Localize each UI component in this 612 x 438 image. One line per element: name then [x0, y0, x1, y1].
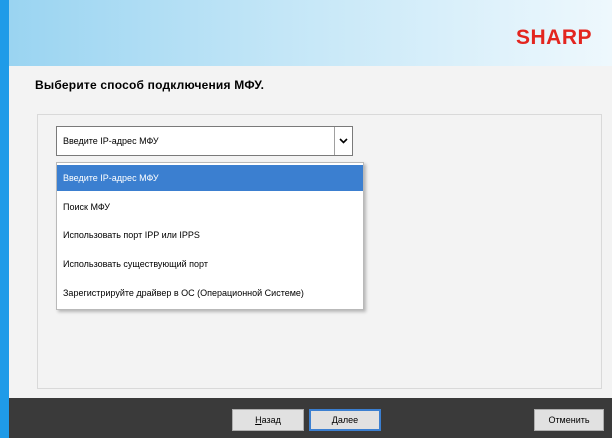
- option-ipp-port[interactable]: Использовать порт IPP или IPPS: [57, 222, 363, 248]
- window-left-edge: [0, 0, 9, 438]
- back-button[interactable]: Назад: [232, 409, 304, 431]
- chevron-down-icon[interactable]: [334, 127, 352, 155]
- connection-method-select[interactable]: Введите IP-адрес МФУ: [56, 126, 353, 156]
- next-label: алее: [337, 415, 359, 425]
- option-existing-port[interactable]: Использовать существующий порт: [57, 251, 363, 277]
- select-value: Введите IP-адрес МФУ: [63, 136, 159, 146]
- cancel-button[interactable]: Отменить: [534, 409, 604, 431]
- header-banner: SHARP: [9, 0, 612, 66]
- page-title: Выберите способ подключения МФУ.: [35, 78, 265, 92]
- option-register-driver[interactable]: Зарегистрируйте драйвер в ОС (Операционн…: [57, 280, 363, 306]
- back-label: азад: [261, 415, 281, 425]
- sharp-logo: SHARP: [515, 26, 592, 49]
- option-enter-ip[interactable]: Введите IP-адрес МФУ: [57, 165, 363, 191]
- installer-window: SHARP Выберите способ подключения МФУ. В…: [9, 0, 612, 438]
- connection-method-dropdown: Введите IP-адрес МФУ Поиск МФУ Использов…: [56, 162, 364, 310]
- option-search-mfp[interactable]: Поиск МФУ: [57, 194, 363, 220]
- next-button[interactable]: Далее: [309, 409, 381, 431]
